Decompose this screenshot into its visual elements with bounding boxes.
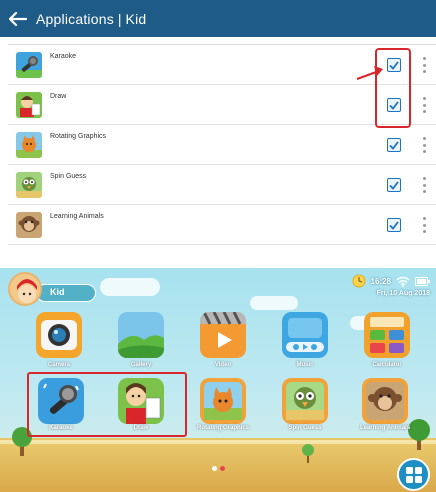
karaoke-microphone-icon [16, 52, 42, 78]
list-item-spin-guess[interactable]: Spin Guess [8, 165, 436, 205]
gallery-icon[interactable] [118, 312, 164, 358]
camera-icon[interactable] [36, 312, 82, 358]
list-item-draw[interactable]: Draw [8, 85, 436, 125]
clock-icon [352, 274, 366, 288]
cloud-decoration [250, 296, 298, 310]
profile-name: Kid [50, 287, 65, 297]
profile-name-pill[interactable] [36, 284, 96, 302]
music-player-icon[interactable] [282, 312, 328, 358]
spin-guess-bird-icon [16, 172, 42, 198]
app-enabled-checkbox[interactable] [387, 98, 401, 112]
video-clapper-icon[interactable] [200, 312, 246, 358]
app-enabled-checkbox[interactable] [387, 178, 401, 192]
clock-time: 16:28 [370, 276, 391, 286]
app-enabled-checkbox[interactable] [387, 138, 401, 152]
status-bar: 16:28 [352, 274, 430, 288]
more-options-icon[interactable] [422, 177, 426, 193]
draw-girl-icon[interactable] [118, 378, 164, 424]
app-name: Karaoke [50, 53, 77, 60]
app-label-camera: Camera [47, 362, 70, 368]
karaoke-microphone-icon[interactable] [38, 378, 84, 424]
list-item-rotating-graphics[interactable]: Rotating Graphics [8, 125, 436, 165]
app-label-rotating-graphics: Rotating Graphics [196, 425, 249, 431]
app-name: Draw [50, 93, 67, 100]
rotating-graphics-fox-icon [16, 132, 42, 158]
learning-animals-monkey-icon [16, 212, 42, 238]
title-separator: | [117, 10, 122, 27]
app-name: Learning Animals [50, 213, 104, 220]
page-dot-active [220, 466, 225, 471]
more-options-icon[interactable] [422, 97, 426, 113]
back-arrow-icon[interactable] [8, 9, 28, 29]
app-label-learning-animals: Learning Animals [359, 425, 411, 431]
list-item-karaoke[interactable]: Karaoke [8, 45, 436, 85]
rotating-graphics-fox-icon[interactable] [200, 378, 246, 424]
wifi-icon [396, 276, 410, 287]
app-enabled-checkbox[interactable] [387, 218, 401, 232]
date-label: Fri, 10 Aug 2018 [376, 290, 430, 297]
screenshot-root: Applications | Kid Karaoke Draw Rotating… [0, 0, 436, 492]
more-options-icon[interactable] [422, 57, 426, 73]
app-name: Rotating Graphics [50, 133, 107, 140]
profile-title: Kid [125, 10, 147, 27]
page-indicator[interactable] [212, 466, 225, 471]
app-label-spin-guess: Spin Guess [288, 425, 322, 431]
app-grid-button[interactable] [397, 458, 430, 491]
calculator-icon[interactable] [364, 312, 410, 358]
app-label-gallery: Gallery [130, 362, 152, 368]
app-label-video: Video [214, 362, 232, 368]
grid-icon [405, 466, 422, 483]
battery-icon [415, 276, 430, 286]
kid-launcher-home: Kid 16:28 Fri, 10 Aug 2018 Camera Galler… [0, 268, 436, 492]
more-options-icon[interactable] [422, 217, 426, 233]
page-title: Applications [36, 10, 114, 27]
page-dot [212, 466, 217, 471]
spin-guess-bird-icon[interactable] [282, 378, 328, 424]
learning-animals-monkey-icon[interactable] [362, 378, 408, 424]
draw-girl-icon [16, 92, 42, 118]
app-label-music: Music [296, 362, 314, 368]
app-label-draw: Draw [133, 425, 149, 431]
tree-icon [408, 419, 430, 450]
application-list: Karaoke Draw Rotating Graphics Spin Gues… [8, 44, 436, 245]
app-enabled-checkbox[interactable] [387, 58, 401, 72]
more-options-icon[interactable] [422, 137, 426, 153]
kid-avatar[interactable] [8, 272, 42, 306]
list-item-learning-animals[interactable]: Learning Animals [8, 205, 436, 245]
app-bar: Applications | Kid [0, 0, 436, 37]
tree-icon [302, 444, 314, 463]
app-label-calculator: Calculator [372, 362, 402, 368]
cloud-decoration [100, 278, 160, 296]
app-name: Spin Guess [50, 173, 87, 180]
app-label-karaoke: Karaoke [49, 425, 73, 431]
